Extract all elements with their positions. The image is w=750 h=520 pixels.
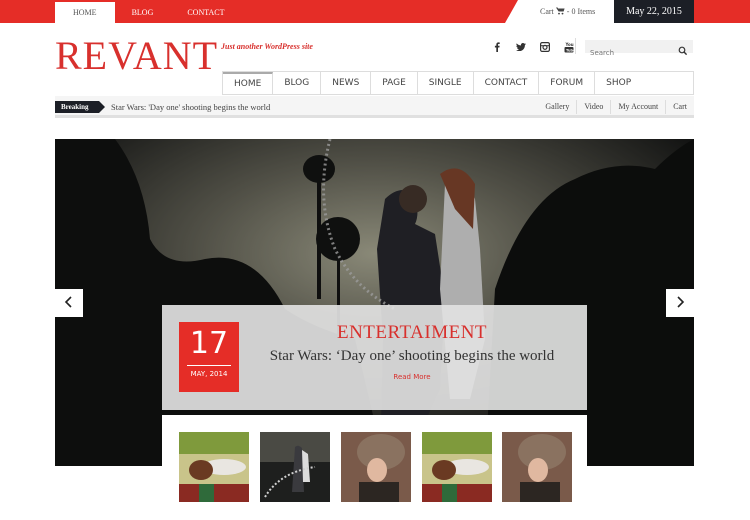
search-box	[585, 40, 693, 60]
nav-shop[interactable]: SHOP	[595, 72, 642, 94]
top-nav-blog[interactable]: BLOG	[115, 2, 171, 23]
nav-single[interactable]: SINGLE	[418, 72, 474, 94]
thumbnail-4[interactable]	[422, 432, 492, 502]
search-input[interactable]	[585, 46, 675, 60]
instagram-icon[interactable]	[538, 40, 552, 54]
post-date-badge: 17 MAY, 2014	[179, 322, 239, 392]
site-logo[interactable]: REVANT	[55, 36, 218, 76]
post-month-year: MAY, 2014	[190, 370, 228, 378]
svg-text:Tube: Tube	[566, 48, 574, 52]
secondary-links: Gallery Video My Account Cart	[538, 100, 694, 114]
breaking-headline[interactable]: Star Wars: 'Day one' shooting begins the…	[111, 100, 270, 114]
thumbnail-1[interactable]	[179, 432, 249, 502]
twitter-icon[interactable]	[514, 40, 528, 54]
top-nav-contact[interactable]: CONTACT	[170, 2, 241, 23]
main-nav: HOME BLOG NEWS PAGE SINGLE CONTACT FORUM…	[222, 71, 694, 95]
slider-caption: 17 MAY, 2014 ENTERTAIMENT Star Wars: ‘Da…	[162, 305, 587, 410]
link-gallery[interactable]: Gallery	[538, 100, 576, 114]
facebook-icon[interactable]	[490, 40, 504, 54]
link-video[interactable]: Video	[576, 100, 610, 114]
top-cart-link[interactable]: Cart - 0 Items	[540, 0, 595, 23]
slider-next-button[interactable]	[666, 289, 694, 317]
post-headline[interactable]: Star Wars: ‘Day one’ shooting begins the…	[257, 348, 567, 365]
nav-page[interactable]: PAGE	[371, 72, 418, 94]
breaking-news-bar: Breaking Star Wars: 'Day one' shooting b…	[55, 96, 694, 118]
post-day: 17	[189, 326, 229, 361]
svg-text:You: You	[565, 42, 574, 47]
youtube-icon[interactable]: YouTube	[562, 40, 576, 54]
cart-count: - 0 Items	[566, 7, 596, 16]
nav-blog[interactable]: BLOG	[273, 72, 322, 94]
thumbnail-3[interactable]	[341, 432, 411, 502]
breaking-label: Breaking	[55, 101, 105, 113]
top-nav-home[interactable]: HOME	[55, 2, 115, 23]
topbar-slant	[505, 0, 518, 23]
post-category[interactable]: ENTERTAIMENT	[257, 322, 567, 344]
nav-forum[interactable]: FORUM	[539, 72, 596, 94]
chevron-left-icon	[64, 294, 74, 313]
site-tagline: Just another WordPress site	[221, 42, 313, 51]
link-cart[interactable]: Cart	[665, 100, 694, 114]
cart-label: Cart	[540, 7, 554, 16]
nav-news[interactable]: NEWS	[321, 72, 372, 94]
link-my-account[interactable]: My Account	[610, 100, 665, 114]
cart-icon	[555, 7, 567, 16]
header-divider	[575, 38, 576, 54]
top-nav: HOME BLOG CONTACT	[55, 2, 241, 23]
search-icon[interactable]	[678, 41, 688, 56]
social-links: YouTube	[490, 40, 576, 54]
slider-prev-button[interactable]	[55, 289, 83, 317]
chevron-right-icon	[675, 294, 685, 313]
nav-contact[interactable]: CONTACT	[474, 72, 540, 94]
current-date: May 22, 2015	[614, 0, 694, 23]
thumbnail-5[interactable]	[502, 432, 572, 502]
read-more-link[interactable]: Read More	[257, 373, 567, 381]
date-divider	[187, 365, 231, 366]
thumbnail-strip	[162, 415, 587, 520]
nav-home[interactable]: HOME	[223, 72, 274, 94]
thumbnail-2[interactable]	[260, 432, 330, 502]
